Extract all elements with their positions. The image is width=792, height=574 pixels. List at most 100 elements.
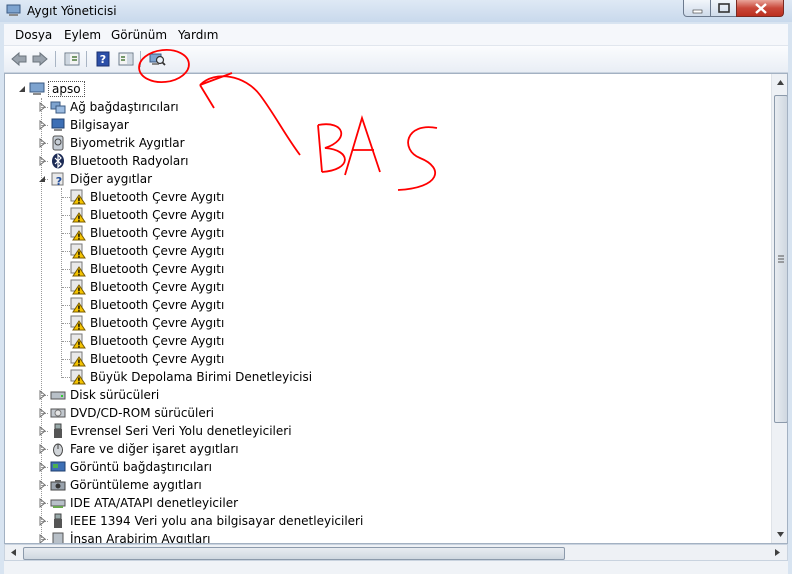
tree-device-item[interactable]: ! Bluetooth Çevre Aygıtı	[5, 278, 765, 296]
tree-device-label[interactable]: Bluetooth Çevre Aygıtı	[90, 262, 224, 276]
scroll-left-icon[interactable]	[5, 545, 22, 560]
tree-category-label[interactable]: Fare ve diğer işaret aygıtları	[70, 442, 239, 456]
vertical-scrollbar[interactable]	[771, 74, 788, 543]
tree-category-label[interactable]: Diğer aygıtlar	[70, 172, 152, 186]
collapse-arrow-icon[interactable]	[17, 84, 27, 94]
back-button[interactable]	[10, 50, 28, 68]
tree-device-item[interactable]: ! Büyük Depolama Birimi Denetleyicisi	[5, 368, 765, 386]
expand-arrow-icon[interactable]	[37, 462, 47, 472]
tree-category-label[interactable]: Bilgisayar	[70, 118, 129, 132]
tree-device-item[interactable]: ! Bluetooth Çevre Aygıtı	[5, 188, 765, 206]
close-button[interactable]	[736, 0, 784, 17]
expand-arrow-icon[interactable]	[37, 102, 47, 112]
tree-category-label[interactable]: Bluetooth Radyoları	[70, 154, 189, 168]
console-tree-button[interactable]	[117, 50, 135, 68]
tree-category[interactable]: Biyometrik Aygıtlar	[5, 134, 765, 152]
tree-device-item[interactable]: ! Bluetooth Çevre Aygıtı	[5, 314, 765, 332]
tree-category[interactable]: IEEE 1394 Veri yolu ana bilgisayar denet…	[5, 512, 765, 530]
tree-device-item[interactable]: ! Bluetooth Çevre Aygıtı	[5, 206, 765, 224]
tree-root-label[interactable]: apso	[48, 81, 85, 97]
minimize-button[interactable]	[683, 0, 711, 17]
scroll-down-icon[interactable]	[772, 526, 788, 543]
tree-category-label[interactable]: IEEE 1394 Veri yolu ana bilgisayar denet…	[70, 514, 363, 528]
tree-category-label[interactable]: Biyometrik Aygıtlar	[70, 136, 185, 150]
tree-category-label[interactable]: IDE ATA/ATAPI denetleyiciler	[70, 496, 238, 510]
tree-category[interactable]: Görüntüleme aygıtları	[5, 476, 765, 494]
tree-category-label[interactable]: İnsan Arabirim Aygıtları	[70, 532, 211, 543]
tree-category-label[interactable]: Ağ bağdaştırıcıları	[70, 100, 179, 114]
horizontal-scrollbar[interactable]	[4, 544, 788, 561]
expand-arrow-icon[interactable]	[37, 426, 47, 436]
tree-device-item[interactable]: ! Bluetooth Çevre Aygıtı	[5, 350, 765, 368]
minimize-icon	[692, 9, 703, 14]
tree-category[interactable]: IDE ATA/ATAPI denetleyiciler	[5, 494, 765, 512]
expand-arrow-icon[interactable]	[37, 120, 47, 130]
tree-category[interactable]: İnsan Arabirim Aygıtları	[5, 530, 765, 544]
forward-arrow-icon	[32, 51, 48, 67]
help-button[interactable]: ?	[94, 50, 112, 68]
tree-device-label[interactable]: Büyük Depolama Birimi Denetleyicisi	[90, 370, 312, 384]
expand-arrow-icon[interactable]	[37, 390, 47, 400]
scan-hardware-button[interactable]	[148, 50, 166, 68]
tree-device-label[interactable]: Bluetooth Çevre Aygıtı	[90, 298, 224, 312]
tree-device-label[interactable]: Bluetooth Çevre Aygıtı	[90, 316, 224, 330]
tree-device-item[interactable]: ! Bluetooth Çevre Aygıtı	[5, 296, 765, 314]
tree-category-label[interactable]: Evrensel Seri Veri Yolu denetleyicileri	[70, 424, 292, 438]
toolbar-separator	[55, 51, 56, 67]
tree-category[interactable]: Ağ bağdaştırıcıları	[5, 98, 765, 116]
tree-category[interactable]: DVD/CD-ROM sürücüleri	[5, 404, 765, 422]
menu-gorunum[interactable]: Görünüm	[111, 28, 167, 42]
menu-bar: Dosya Eylem Görünüm Yardım	[4, 24, 788, 46]
forward-button[interactable]	[31, 50, 49, 68]
expand-arrow-icon[interactable]	[37, 156, 47, 166]
tree-root[interactable]: apso	[5, 80, 765, 98]
expand-arrow-icon[interactable]	[37, 498, 47, 508]
expand-arrow-icon[interactable]	[37, 138, 47, 148]
expand-arrow-icon[interactable]	[37, 516, 47, 526]
collapse-arrow-icon[interactable]	[37, 174, 47, 184]
tree-category[interactable]: Evrensel Seri Veri Yolu denetleyicileri	[5, 422, 765, 440]
horizontal-scrollbar-thumb[interactable]	[23, 547, 565, 560]
svg-text:!: !	[77, 359, 81, 368]
tree-category-label[interactable]: Görüntüleme aygıtları	[70, 478, 202, 492]
tree-category[interactable]: Disk sürücüleri	[5, 386, 765, 404]
scroll-right-icon[interactable]	[769, 545, 786, 560]
expand-arrow-icon[interactable]	[37, 444, 47, 454]
imaging-device-icon	[50, 480, 66, 491]
tree-category[interactable]: Bluetooth Radyoları	[5, 152, 765, 170]
menu-dosya[interactable]: Dosya	[15, 28, 52, 42]
menu-eylem[interactable]: Eylem	[64, 28, 101, 42]
status-bar	[4, 561, 788, 574]
tree-category[interactable]: Fare ve diğer işaret aygıtları	[5, 440, 765, 458]
tree-device-label[interactable]: Bluetooth Çevre Aygıtı	[90, 280, 224, 294]
menu-yardim[interactable]: Yardım	[178, 28, 218, 42]
tree-category[interactable]: Bilgisayar	[5, 116, 765, 134]
svg-text:!: !	[77, 215, 81, 224]
scrollbar-thumb[interactable]	[774, 95, 787, 423]
tree-device-item[interactable]: ! Bluetooth Çevre Aygıtı	[5, 260, 765, 278]
tree-category-label[interactable]: Görüntü bağdaştırıcıları	[70, 460, 212, 474]
scroll-up-icon[interactable]	[772, 74, 788, 91]
properties-button[interactable]	[63, 50, 81, 68]
tree-category-label[interactable]: Disk sürücüleri	[70, 388, 159, 402]
tree-category-label[interactable]: DVD/CD-ROM sürücüleri	[70, 406, 214, 420]
tree-device-label[interactable]: Bluetooth Çevre Aygıtı	[90, 352, 224, 366]
tree-device-item[interactable]: ! Bluetooth Çevre Aygıtı	[5, 242, 765, 260]
expand-arrow-icon[interactable]	[37, 480, 47, 490]
tree-device-label[interactable]: Bluetooth Çevre Aygıtı	[90, 190, 224, 204]
tree-device-item[interactable]: ! Bluetooth Çevre Aygıtı	[5, 332, 765, 350]
expand-arrow-icon[interactable]	[37, 534, 47, 544]
expand-arrow-icon[interactable]	[37, 408, 47, 418]
tree-category[interactable]: Görüntü bağdaştırıcıları	[5, 458, 765, 476]
tree-category-expanded[interactable]: ? Diğer aygıtlar	[5, 170, 765, 188]
tree-device-label[interactable]: Bluetooth Çevre Aygıtı	[90, 334, 224, 348]
unknown-device-icon: ?	[51, 172, 64, 187]
tree-device-item[interactable]: ! Bluetooth Çevre Aygıtı	[5, 224, 765, 242]
tree-device-label[interactable]: Bluetooth Çevre Aygıtı	[90, 244, 224, 258]
tree-device-label[interactable]: Bluetooth Çevre Aygıtı	[90, 208, 224, 222]
hid-icon	[52, 532, 64, 543]
usb-icon	[54, 423, 62, 438]
tree-device-label[interactable]: Bluetooth Çevre Aygıtı	[90, 226, 224, 240]
maximize-button[interactable]	[710, 0, 737, 17]
dvd-drive-icon	[50, 408, 66, 418]
